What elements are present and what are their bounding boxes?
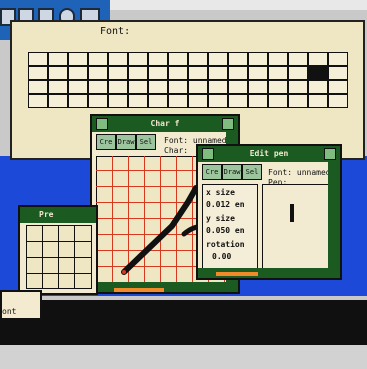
font-label: Font:	[100, 26, 131, 37]
y-size-value[interactable]: 0.050 en	[206, 226, 245, 235]
edit-pen-title: Edit pen	[249, 149, 289, 158]
screen: Font: Char f Cre Draw Sel Font: unnamed …	[0, 0, 367, 369]
char-create-button[interactable]: Cre	[96, 134, 116, 150]
x-size-value[interactable]: 0.012 en	[206, 200, 245, 209]
char-toggle-button[interactable]	[222, 118, 234, 130]
char-window-titlebar: Char f	[92, 116, 238, 132]
edit-create-button[interactable]: Cre	[202, 164, 222, 180]
edit-close-button[interactable]	[202, 148, 214, 160]
char-close-button[interactable]	[96, 118, 108, 130]
black-bottom-region	[0, 300, 367, 350]
rotation-label: rotation	[206, 240, 245, 249]
edit-pen-titlebar: Edit pen	[198, 146, 340, 162]
rotation-value[interactable]: 0.00	[212, 252, 231, 261]
pen-preview	[262, 184, 336, 276]
bottom-left-label: ont	[2, 307, 17, 316]
edit-toggle-button[interactable]	[324, 148, 336, 160]
edit-select-button[interactable]: Sel	[242, 164, 262, 180]
edit-pen-window: Edit pen Cre Draw Sel Font: unnamed Pen:…	[196, 144, 342, 280]
char-label: Char:	[164, 146, 189, 155]
y-size-label: y size	[206, 214, 235, 223]
char-select-button[interactable]: Sel	[136, 134, 156, 150]
edit-font-label: Font: unnamed	[268, 168, 331, 177]
char-window-title: Char f	[150, 119, 180, 128]
left-window-titlebar: Pre misc	[20, 207, 96, 235]
left-window: Pre misc	[18, 205, 98, 295]
x-size-label: x size	[206, 188, 235, 197]
char-draw-button[interactable]: Draw	[116, 134, 136, 150]
pen-preview-stroke	[290, 204, 294, 222]
edit-draw-button[interactable]: Draw	[222, 164, 242, 180]
light-bottom-region	[0, 345, 367, 369]
